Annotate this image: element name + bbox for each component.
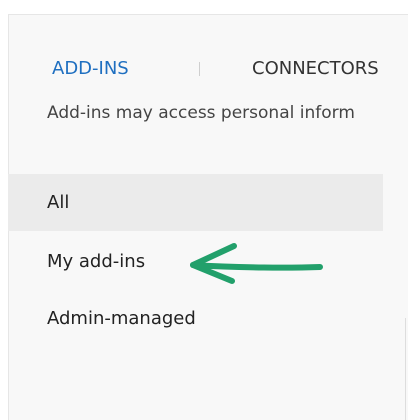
tab-connectors[interactable]: CONNECTORS <box>252 58 379 80</box>
tab-divider <box>199 62 200 76</box>
filter-all-label: All <box>47 192 70 213</box>
filter-all[interactable]: All <box>8 174 383 231</box>
filter-admin-managed[interactable]: Admin-managed <box>8 290 383 347</box>
arrow-left-icon <box>190 243 323 284</box>
filter-my-add-ins-label: My add-ins <box>47 251 146 272</box>
tab-add-ins[interactable]: ADD-INS <box>52 58 129 80</box>
privacy-notice: Add-ins may access personal inform <box>47 103 355 123</box>
annotation-arrow-shaft <box>190 262 323 271</box>
content-divider <box>405 318 406 420</box>
filter-admin-managed-label: Admin-managed <box>47 308 196 329</box>
